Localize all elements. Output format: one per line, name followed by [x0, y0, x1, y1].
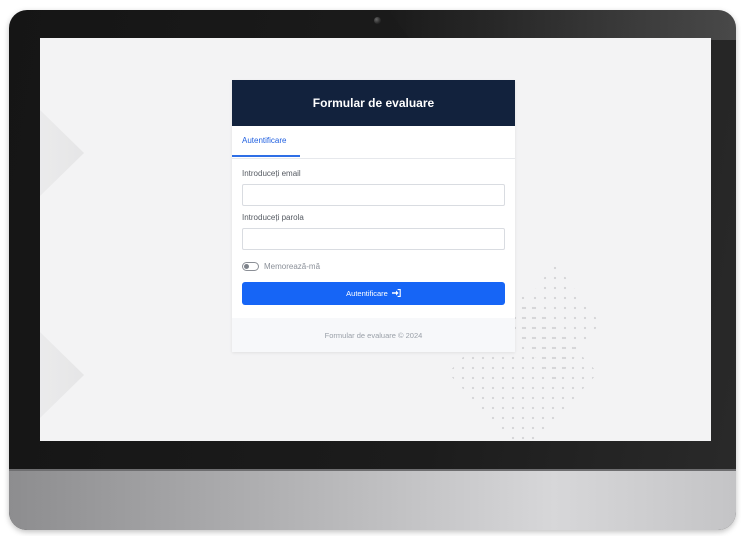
email-label: Introduceți email	[242, 169, 301, 178]
login-card: Formular de evaluare Autentificare Intro…	[232, 80, 515, 352]
page-title: Formular de evaluare	[312, 96, 435, 110]
card-footer: Formular de evaluare © 2024	[232, 318, 515, 352]
email-field[interactable]	[242, 184, 505, 206]
monitor-chin	[9, 469, 736, 530]
bezel-reflection	[389, 10, 736, 40]
background-chevron	[40, 108, 84, 198]
login-button[interactable]: Autentificare	[242, 282, 505, 305]
remember-me-row: Memorează-mă	[242, 257, 505, 275]
login-button-label: Autentificare	[346, 289, 388, 298]
password-field[interactable]	[242, 228, 505, 250]
card-header: Formular de evaluare	[232, 80, 515, 126]
remember-me-toggle[interactable]	[242, 261, 259, 271]
webcam	[374, 17, 381, 24]
screen: Formular de evaluare Autentificare Intro…	[40, 38, 711, 441]
sign-in-icon	[391, 288, 401, 299]
tab-bar: Autentificare	[232, 126, 515, 159]
password-label: Introduceți parola	[242, 213, 304, 222]
toggle-knob	[244, 263, 249, 269]
tab-autentificare[interactable]: Autentificare	[232, 126, 300, 157]
monitor-frame: Formular de evaluare Autentificare Intro…	[9, 10, 736, 530]
background-chevron	[40, 330, 84, 420]
remember-me-label[interactable]: Memorează-mă	[264, 262, 320, 271]
login-form: Introduceți email Introduceți parola Mem…	[232, 159, 515, 305]
copyright-text: Formular de evaluare © 2024	[324, 330, 423, 340]
